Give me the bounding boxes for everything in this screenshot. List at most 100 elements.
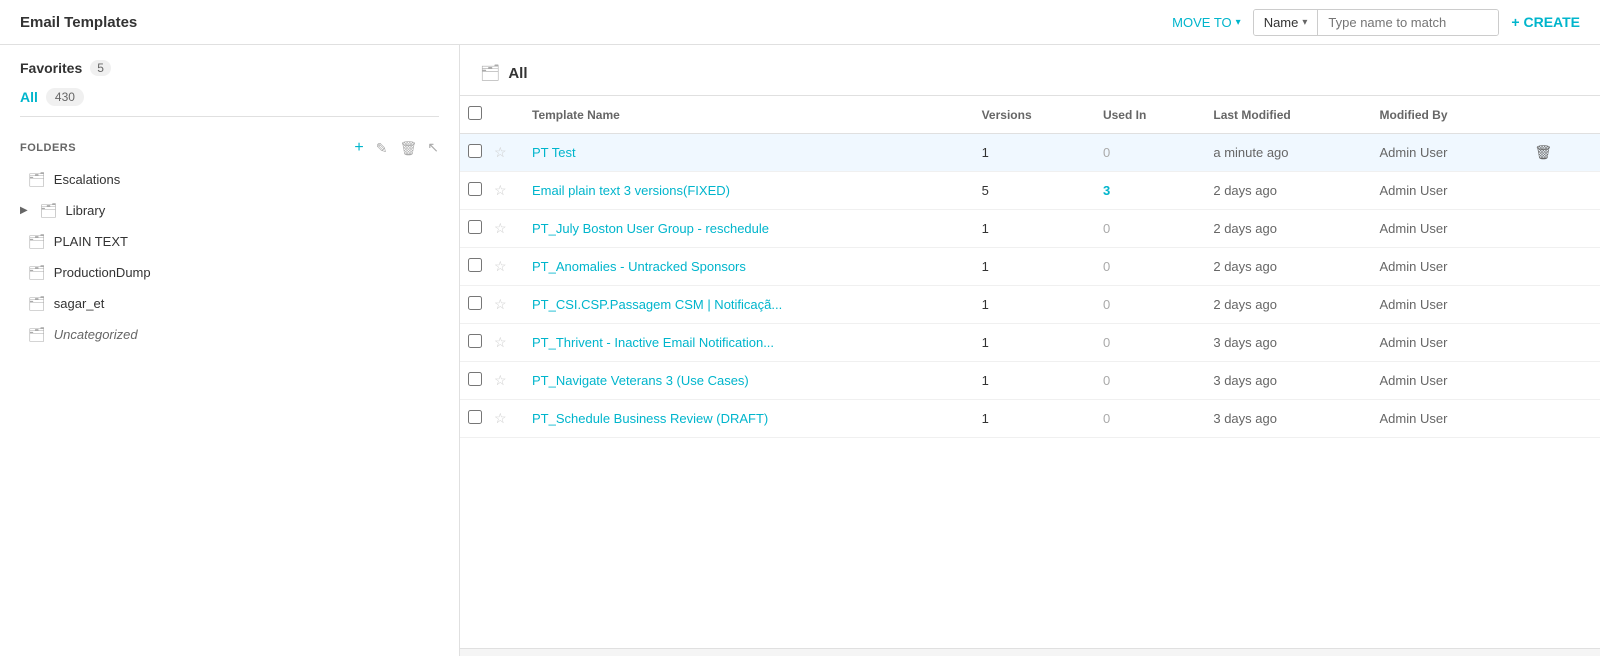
row-actions-cell: 🗑: [1518, 324, 1600, 362]
row-checkbox-cell: [460, 324, 490, 362]
modified-by-header: Modified By: [1368, 96, 1519, 134]
bottom-scrollbar[interactable]: [460, 648, 1600, 656]
template-name-link[interactable]: PT_CSI.CSP.Passagem CSM | Notificaçã...: [532, 297, 782, 312]
folder-item-productiondump[interactable]: 🗂 ProductionDump: [20, 257, 439, 288]
template-name-link[interactable]: PT_Anomalies - Untracked Sponsors: [532, 259, 746, 274]
row-modified-by-cell: Admin User: [1368, 324, 1519, 362]
edit-folder-button[interactable]: ✎: [374, 141, 390, 155]
row-checkbox[interactable]: [468, 372, 482, 386]
folder-name: Library: [65, 203, 105, 218]
folder-item-escalations[interactable]: 🗂 Escalations: [20, 164, 439, 195]
row-star-cell: ☆: [490, 248, 520, 286]
row-actions-cell: 🗑: [1518, 286, 1600, 324]
favorite-star-icon[interactable]: ☆: [494, 258, 507, 274]
folder-icon: 🗂: [40, 202, 58, 219]
row-template-name-cell: PT_CSI.CSP.Passagem CSM | Notificaçã...: [520, 286, 970, 324]
filter-chevron-icon: ▾: [1302, 17, 1307, 28]
all-button[interactable]: All: [20, 89, 38, 105]
template-name-link[interactable]: PT_Schedule Business Review (DRAFT): [532, 411, 768, 426]
delete-folder-button[interactable]: 🗑: [397, 141, 419, 155]
table-row: ☆ PT_CSI.CSP.Passagem CSM | Notificaçã..…: [460, 286, 1600, 324]
star-header: [490, 96, 520, 134]
row-checkbox[interactable]: [468, 182, 482, 196]
row-checkbox[interactable]: [468, 296, 482, 310]
row-last-modified-cell: 2 days ago: [1201, 248, 1367, 286]
folder-expand-icon: ▶: [20, 205, 28, 216]
row-used-in-cell: 3: [1091, 172, 1201, 210]
table-row: ☆ PT_Thrivent - Inactive Email Notificat…: [460, 324, 1600, 362]
select-all-checkbox[interactable]: [468, 106, 482, 120]
main-area: Favorites 5 All 430 FOLDERS + ✎ 🗑 ↖: [0, 45, 1600, 656]
folder-item-plain-text[interactable]: 🗂 PLAIN TEXT: [20, 226, 439, 257]
favorite-star-icon[interactable]: ☆: [494, 182, 507, 198]
folder-icon: 🗂: [28, 264, 46, 281]
folder-list: 🗂 Escalations ▶ 🗂 Library 🗂 PLAIN TEXT 🗂: [10, 164, 449, 350]
row-star-cell: ☆: [490, 362, 520, 400]
folder-icon: 🗂: [28, 171, 46, 188]
favorite-star-icon[interactable]: ☆: [494, 220, 507, 236]
row-checkbox[interactable]: [468, 144, 482, 158]
filter-name-label: Name: [1264, 15, 1299, 30]
filter-input[interactable]: [1318, 10, 1498, 35]
row-checkbox-cell: [460, 286, 490, 324]
content-header: 🗂 All: [460, 45, 1600, 96]
favorite-star-icon[interactable]: ☆: [494, 372, 507, 388]
favorites-label: Favorites: [20, 60, 82, 76]
row-actions-cell: 🗑: [1518, 400, 1600, 438]
template-name-header: Template Name: [520, 96, 970, 134]
delete-row-button[interactable]: 🗑: [1530, 144, 1556, 161]
row-star-cell: ☆: [490, 172, 520, 210]
favorite-star-icon[interactable]: ☆: [494, 144, 507, 160]
row-versions-cell: 1: [970, 362, 1091, 400]
row-checkbox[interactable]: [468, 220, 482, 234]
row-used-in-cell: 0: [1091, 210, 1201, 248]
favorite-star-icon[interactable]: ☆: [494, 296, 507, 312]
template-name-link[interactable]: PT_July Boston User Group - reschedule: [532, 221, 769, 236]
used-in-header: Used In: [1091, 96, 1201, 134]
folder-item-uncategorized[interactable]: 🗂 Uncategorized: [20, 319, 439, 350]
folder-icon: 🗂: [28, 295, 46, 312]
row-checkbox-cell: [460, 172, 490, 210]
row-checkbox[interactable]: [468, 410, 482, 424]
create-button[interactable]: + CREATE: [1511, 14, 1580, 30]
row-template-name-cell: PT_July Boston User Group - reschedule: [520, 210, 970, 248]
content-folder-icon: 🗂: [480, 63, 500, 83]
row-used-in-cell: 0: [1091, 134, 1201, 172]
row-checkbox[interactable]: [468, 258, 482, 272]
move-to-button[interactable]: MOVE TO ▾: [1172, 15, 1241, 30]
favorites-badge: 5: [90, 60, 111, 76]
folder-name: Uncategorized: [54, 327, 138, 342]
used-in-value: 0: [1103, 297, 1110, 312]
add-folder-button[interactable]: +: [352, 140, 365, 156]
row-last-modified-cell: 2 days ago: [1201, 210, 1367, 248]
filter-name-dropdown[interactable]: Name ▾: [1254, 10, 1319, 35]
table-row: ☆ Email plain text 3 versions(FIXED) 5 3…: [460, 172, 1600, 210]
template-name-link[interactable]: PT_Navigate Veterans 3 (Use Cases): [532, 373, 749, 388]
row-checkbox-cell: [460, 134, 490, 172]
row-last-modified-cell: 3 days ago: [1201, 324, 1367, 362]
favorite-star-icon[interactable]: ☆: [494, 334, 507, 350]
row-star-cell: ☆: [490, 324, 520, 362]
row-template-name-cell: PT_Anomalies - Untracked Sponsors: [520, 248, 970, 286]
versions-header: Versions: [970, 96, 1091, 134]
sidebar: Favorites 5 All 430 FOLDERS + ✎ 🗑 ↖: [0, 45, 460, 656]
table-row: ☆ PT Test 1 0 a minute ago Admin User 🗑: [460, 134, 1600, 172]
row-checkbox[interactable]: [468, 334, 482, 348]
folder-item-library[interactable]: ▶ 🗂 Library: [20, 195, 439, 226]
filter-container: Name ▾: [1253, 9, 1500, 36]
row-last-modified-cell: 3 days ago: [1201, 400, 1367, 438]
row-modified-by-cell: Admin User: [1368, 210, 1519, 248]
template-name-link[interactable]: PT_Thrivent - Inactive Email Notificatio…: [532, 335, 774, 350]
template-name-link[interactable]: Email plain text 3 versions(FIXED): [532, 183, 730, 198]
all-row: All 430: [20, 88, 439, 117]
row-template-name-cell: PT_Navigate Veterans 3 (Use Cases): [520, 362, 970, 400]
template-name-link[interactable]: PT Test: [532, 145, 576, 160]
used-in-value: 0: [1103, 145, 1110, 160]
select-all-header: [460, 96, 490, 134]
folders-section: FOLDERS + ✎ 🗑 ↖ 🗂 Escalations ▶: [0, 127, 459, 350]
actions-header: [1518, 96, 1600, 134]
favorite-star-icon[interactable]: ☆: [494, 410, 507, 426]
row-modified-by-cell: Admin User: [1368, 248, 1519, 286]
folder-item-sagar-et[interactable]: 🗂 sagar_et: [20, 288, 439, 319]
used-in-value: 0: [1103, 259, 1110, 274]
